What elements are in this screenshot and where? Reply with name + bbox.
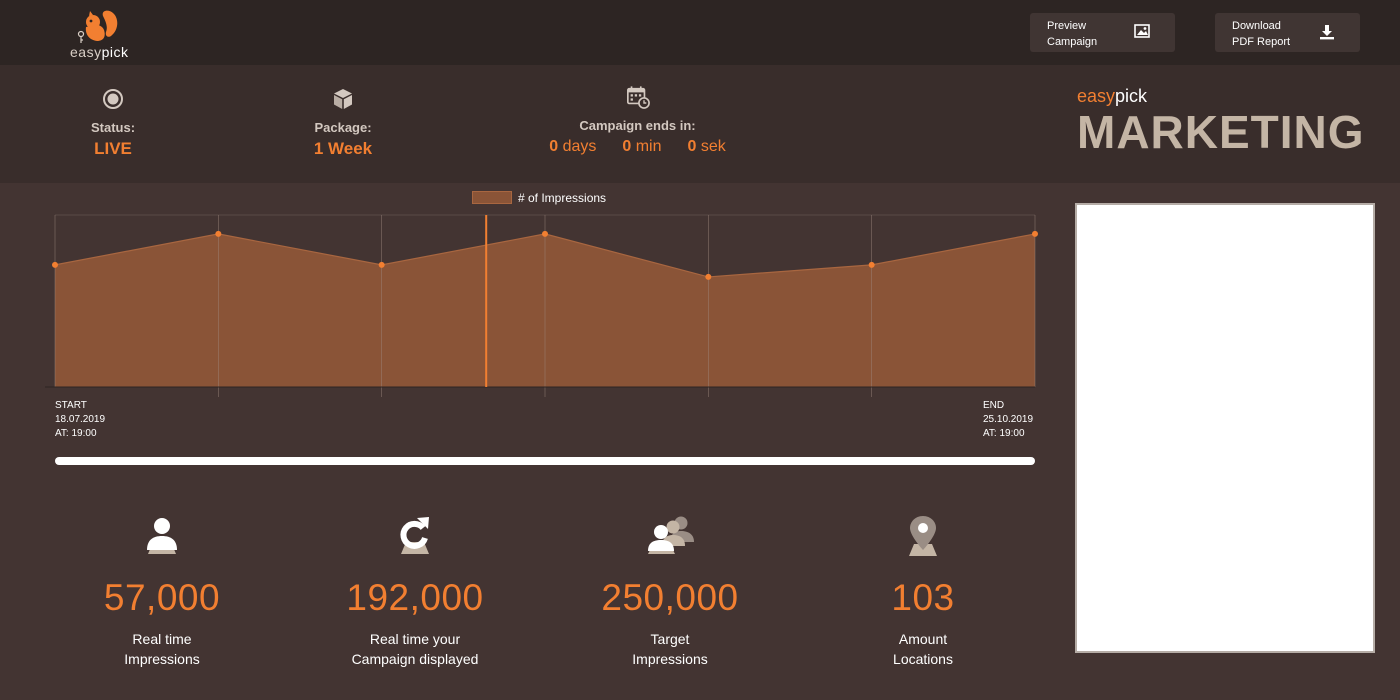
metric-realtime-impressions: 57,000 Real time Impressions: [52, 512, 272, 669]
status-label: Status:: [90, 120, 136, 135]
metric-label: Real time your Campaign displayed: [351, 631, 479, 667]
users-group-icon: [648, 516, 694, 554]
download-pdf-report-label: Download PDF Report: [1232, 20, 1291, 48]
package-value: 1 Week: [313, 139, 373, 158]
metric-amount-locations: 103 Amount Locations: [813, 512, 1033, 669]
logo-text: easypick: [70, 44, 128, 60]
data-point: [215, 230, 222, 237]
download-pdf-report-button[interactable]: Download PDF Report: [1215, 13, 1360, 52]
squirrel-logo-icon: [77, 10, 118, 43]
countdown-seconds: 0 sek: [688, 138, 726, 155]
data-point: [52, 261, 58, 268]
campaign-countdown: Campaign ends in: 0 days 0 min 0 sek: [530, 85, 745, 156]
preview-campaign-button[interactable]: Preview Campaign: [1030, 13, 1175, 52]
package-box-icon: [334, 89, 352, 109]
min-unit: min: [631, 138, 662, 155]
chart-end-label: END 25.10.2019 AT: 19:00: [983, 400, 1034, 439]
legend-swatch: [472, 191, 512, 205]
logo-text-pick: pick: [101, 44, 129, 60]
countdown-values: 0 days 0 min 0 sek: [530, 138, 745, 156]
metric-value: 250,000: [601, 577, 739, 618]
metric-target-impressions: 250,000 Target Impressions: [560, 512, 780, 669]
radio-status-icon: [103, 89, 123, 109]
calendar-clock-icon: [626, 86, 650, 109]
data-point: [542, 230, 548, 237]
days-unit: days: [558, 138, 597, 155]
metric-label: Real time Impressions: [124, 631, 200, 667]
campaign-progress-bar: [55, 457, 1035, 465]
metric-value: 103: [891, 577, 955, 618]
legend-label: # of Impressions: [518, 190, 607, 205]
logo-text-easy: easy: [70, 44, 102, 60]
days-value: 0: [549, 138, 559, 155]
brand-small-pick: pick: [1115, 86, 1148, 106]
status-value: LIVE: [94, 139, 132, 158]
image-icon: [1134, 24, 1150, 38]
refresh-icon: [400, 517, 429, 554]
package-label: Package:: [314, 120, 372, 135]
countdown-days: 0 days: [549, 138, 596, 155]
brand-small-easy: easy: [1077, 86, 1116, 106]
logo[interactable]: easypick: [68, 10, 128, 60]
metric-label: Amount Locations: [893, 631, 953, 667]
status-bar: Status: LIVE Package: 1 Week Campaign en…: [0, 65, 1400, 183]
sec-unit: sek: [696, 138, 726, 155]
location-pin-icon: [909, 516, 937, 556]
metric-label: Target Impressions: [632, 631, 708, 667]
chart-start-label: START 18.07.2019 AT: 19:00: [55, 400, 106, 439]
brand-small: easypick: [1077, 86, 1365, 107]
chart-legend[interactable]: # of Impressions: [472, 190, 606, 206]
download-icon: [1320, 25, 1334, 40]
data-point: [1032, 230, 1038, 237]
campaign-progress-fill: [55, 457, 1035, 465]
metric-value: 192,000: [346, 577, 484, 618]
brand-marketing: MARKETING: [1077, 106, 1365, 158]
campaign-preview-panel[interactable]: [1075, 203, 1375, 653]
campaign-package: Package: 1 Week: [293, 87, 393, 159]
data-point: [868, 261, 875, 268]
countdown-minutes: 0 min: [622, 138, 661, 155]
min-value: 0: [622, 138, 632, 155]
metric-value: 57,000: [103, 577, 221, 618]
top-bar: easypick Preview Campaign Download PDF R…: [0, 0, 1400, 65]
data-point: [705, 273, 712, 280]
metric-campaign-displayed: 192,000 Real time your Campaign displaye…: [305, 512, 525, 669]
user-icon: [147, 518, 177, 554]
brand-title: easypick MARKETING: [1077, 86, 1365, 155]
impressions-area-chart[interactable]: [0, 205, 1040, 400]
preview-campaign-label: Preview Campaign: [1047, 20, 1098, 48]
campaign-ends-label: Campaign ends in:: [579, 118, 696, 133]
campaign-status: Status: LIVE: [73, 87, 153, 159]
data-point: [378, 261, 385, 268]
